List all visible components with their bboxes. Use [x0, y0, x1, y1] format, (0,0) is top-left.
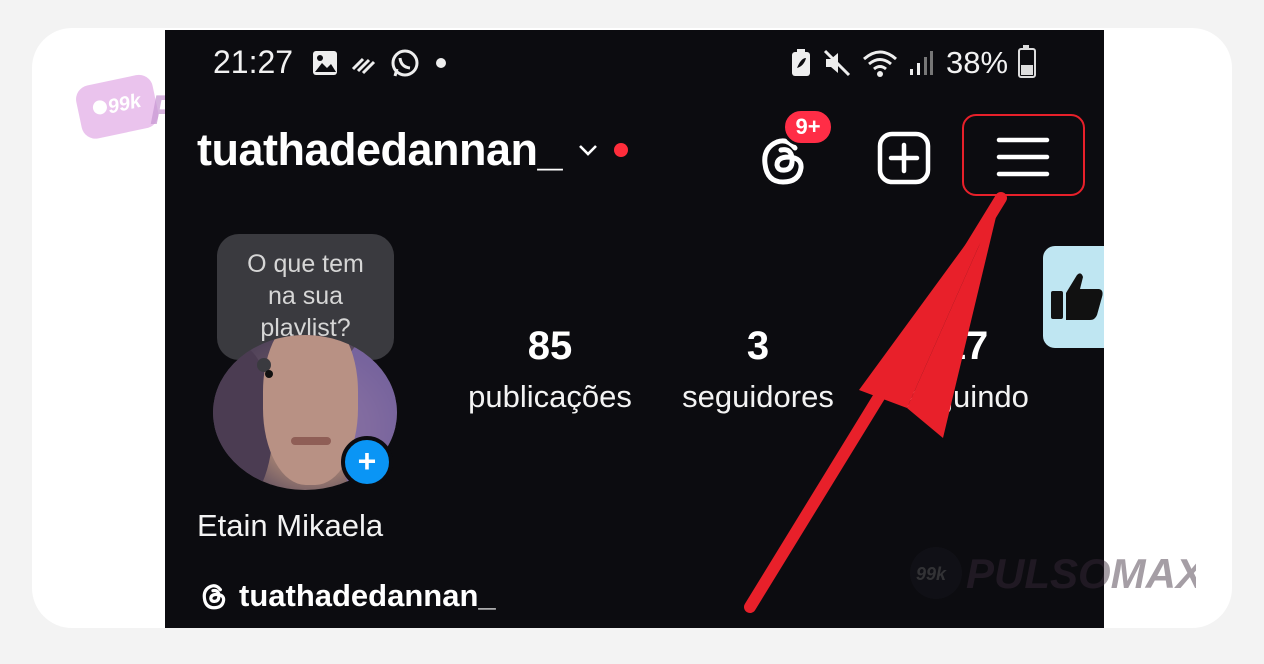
signal-icon — [910, 51, 933, 75]
add-story-button[interactable]: + — [341, 436, 393, 488]
status-time: 21:27 — [213, 44, 294, 80]
threads-profile-link[interactable]: tuathadedannan_ — [199, 578, 496, 614]
followers-label: seguidores — [682, 379, 834, 414]
dot-icon — [436, 58, 446, 68]
posts-stat[interactable]: 85 publicações — [450, 323, 650, 419]
battery-icon — [1018, 45, 1037, 78]
following-count: 17 — [943, 324, 989, 368]
notification-badge: 9+ — [782, 108, 834, 146]
profile-username[interactable]: tuathadedannan_ — [197, 124, 563, 176]
account-switcher[interactable]: tuathadedannan_ — [197, 124, 629, 176]
tooltip-tail-dot — [265, 370, 273, 378]
tooltip-line: O que tem — [247, 250, 364, 278]
threads-handle: tuathadedannan_ — [239, 578, 496, 613]
menu-highlight-box — [962, 114, 1085, 196]
tooltip-line: na sua — [267, 282, 344, 310]
svg-text:99k: 99k — [916, 564, 947, 584]
threads-small-icon — [202, 584, 226, 610]
status-bar: 21:27 38% — [165, 30, 1104, 94]
posts-count: 85 — [527, 324, 573, 368]
new-activity-dot — [614, 143, 629, 157]
svg-text:PULSOMAX: PULSOMAX — [966, 550, 1196, 597]
wifi-icon — [863, 50, 897, 77]
profile-display-name: Etain Mikaela — [197, 508, 384, 543]
mute-icon — [823, 49, 851, 77]
stylus-icon — [351, 57, 376, 75]
following-label: seguindo — [903, 379, 1029, 414]
followers-stat[interactable]: 3 seguidores — [668, 323, 848, 419]
feedback-tab[interactable] — [1043, 246, 1104, 348]
thumbs-up-icon — [1051, 273, 1103, 320]
battery-percent: 38% — [946, 45, 1009, 80]
whatsapp-icon — [391, 49, 419, 77]
gallery-icon — [313, 51, 337, 75]
watermark-logo-bottom: 99k PULSOMAX — [910, 547, 1196, 599]
following-stat[interactable]: 17 seguindo — [881, 323, 1051, 419]
followers-count: 3 — [746, 324, 770, 368]
posts-label: publicações — [468, 379, 632, 414]
add-post-icon[interactable] — [876, 130, 932, 186]
chevron-down-icon[interactable] — [576, 138, 600, 162]
battery-saver-icon — [792, 49, 810, 76]
